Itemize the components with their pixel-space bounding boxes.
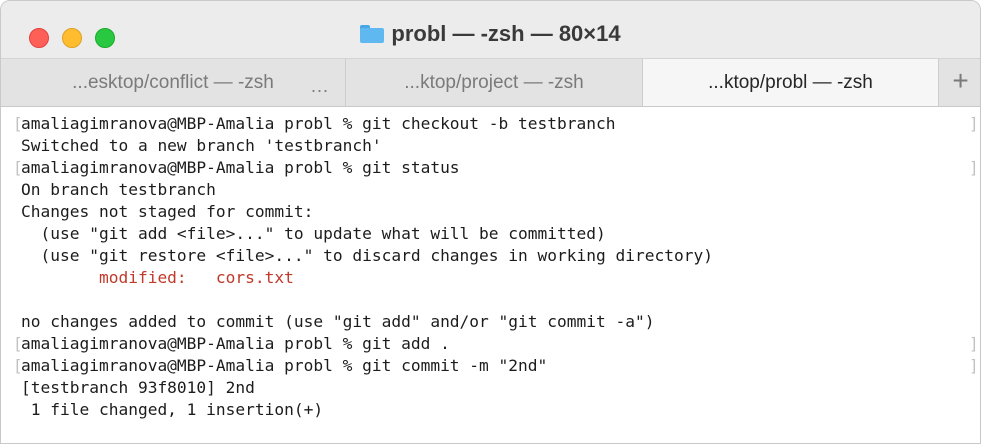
- window-title: probl — -zsh — 80×14: [1, 21, 980, 47]
- terminal-line: On branch testbranch: [21, 180, 216, 199]
- tab-bar: ...esktop/conflict — -zsh ... ...ktop/pr…: [1, 59, 980, 107]
- terminal-line: Changes not staged for commit:: [21, 202, 314, 221]
- tab-overflow-icon[interactable]: ...: [311, 63, 329, 106]
- terminal-line: amaliagimranova@MBP-Amalia probl % git c…: [21, 356, 548, 375]
- terminal-line: amaliagimranova@MBP-Amalia probl % git s…: [21, 158, 460, 177]
- tab-conflict[interactable]: ...esktop/conflict — -zsh ...: [1, 59, 346, 106]
- terminal-line: amaliagimranova@MBP-Amalia probl % git c…: [21, 114, 616, 133]
- tab-label: ...ktop/probl — -zsh: [708, 72, 873, 93]
- mark-bracket-right: ]: [969, 334, 979, 353]
- mark-bracket-right: ]: [969, 158, 979, 177]
- terminal-line: amaliagimranova@MBP-Amalia probl % git a…: [21, 334, 450, 353]
- terminal-line: no changes added to commit (use "git add…: [21, 312, 655, 331]
- tab-project[interactable]: ...ktop/project — -zsh: [346, 59, 643, 106]
- tab-label: ...esktop/conflict — -zsh: [72, 72, 274, 93]
- title-bar[interactable]: probl — -zsh — 80×14: [1, 1, 980, 59]
- terminal-line: (use "git add <file>..." to update what …: [21, 224, 606, 243]
- terminal-line-modified: modified: cors.txt: [21, 268, 294, 287]
- tab-probl[interactable]: ...ktop/probl — -zsh: [643, 59, 939, 106]
- folder-icon: [360, 25, 385, 43]
- terminal-line: (use "git restore <file>..." to discard …: [21, 246, 713, 265]
- mark-bracket-right: ]: [969, 356, 979, 375]
- mark-bracket-right: ]: [969, 114, 979, 133]
- terminal-window: probl — -zsh — 80×14 ...esktop/conflict …: [0, 0, 981, 444]
- window-title-text: probl — -zsh — 80×14: [391, 21, 621, 46]
- new-tab-plus-icon[interactable]: +: [939, 59, 980, 106]
- terminal-line: 1 file changed, 1 insertion(+): [21, 400, 324, 419]
- tab-label: ...ktop/project — -zsh: [404, 72, 584, 93]
- terminal-output[interactable]: [ ] amaliagimranova@MBP-Amalia probl % g…: [1, 107, 980, 443]
- terminal-line: Switched to a new branch 'testbranch': [21, 136, 382, 155]
- terminal-line: [testbranch 93f8010] 2nd: [21, 378, 255, 397]
